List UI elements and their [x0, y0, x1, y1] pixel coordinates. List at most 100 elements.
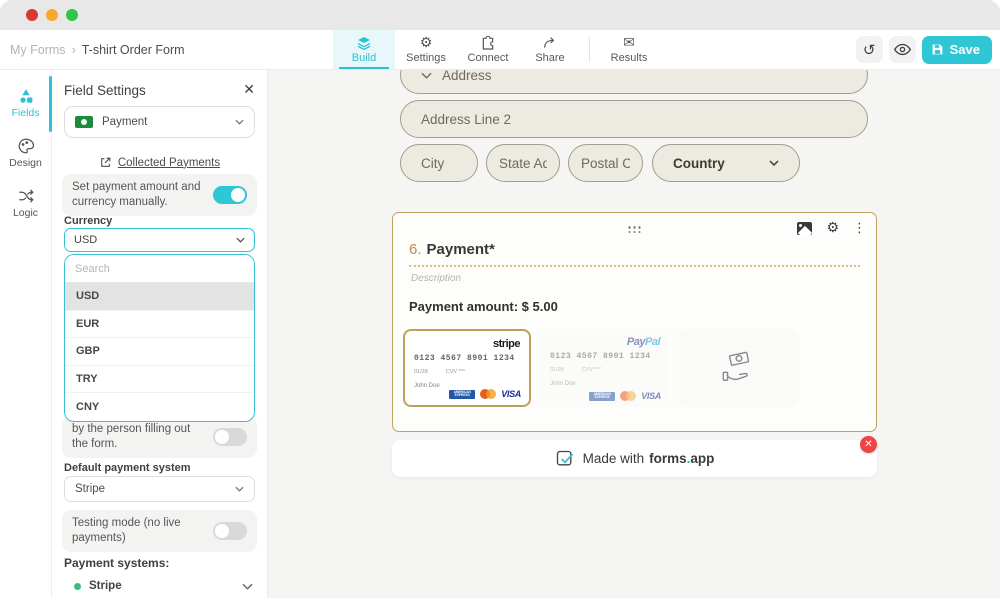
navbar-actions: ↺ Save	[856, 30, 992, 69]
currency-dropdown: USD EUR GBP TRY CNY	[64, 254, 255, 422]
title-dashed-underline	[409, 265, 860, 267]
city-input[interactable]: City	[400, 144, 478, 182]
manual-amount-toggle[interactable]	[213, 186, 247, 204]
currency-option-cny[interactable]: CNY	[65, 393, 254, 421]
status-dot-icon	[74, 583, 81, 590]
inbox-icon: ✉	[623, 35, 635, 51]
eye-icon	[894, 43, 911, 56]
state-input[interactable]: State Add	[486, 144, 560, 182]
person-decides-row: by the person filling out the form.	[62, 416, 257, 458]
currency-search-input[interactable]	[65, 255, 254, 283]
testing-mode-toggle[interactable]	[213, 522, 247, 540]
image-icon[interactable]	[797, 222, 812, 235]
puzzle-icon	[480, 35, 496, 51]
default-payment-select[interactable]: Stripe	[64, 476, 255, 502]
tab-results[interactable]: ✉ Results	[598, 30, 660, 69]
breadcrumb: My Forms › T-shirt Order Form	[10, 30, 185, 69]
payment-system-stripe-row[interactable]: Stripe	[74, 580, 253, 592]
forms-app-logo-icon	[555, 449, 575, 469]
left-rail: Fields Design Logic	[0, 70, 52, 598]
history-button[interactable]: ↺	[856, 36, 883, 63]
card-valid: 01/28	[550, 367, 564, 373]
sidebar-logic-label: Logic	[13, 207, 38, 219]
tab-connect-label: Connect	[468, 52, 509, 64]
history-icon: ↺	[863, 41, 876, 59]
preview-button[interactable]	[889, 36, 916, 63]
collected-payments-link[interactable]: Collected Payments	[52, 156, 267, 169]
palette-icon	[17, 137, 35, 155]
tab-build[interactable]: Build	[333, 30, 395, 69]
payment-systems-label: Payment systems:	[64, 556, 169, 570]
main-tabs: Build ⚙ Settings Connect Share ✉	[333, 30, 660, 69]
sidebar-item-logic[interactable]: Logic	[0, 178, 51, 228]
payment-system-stripe-label: Stripe	[89, 580, 122, 592]
chevron-down-icon	[421, 72, 432, 79]
card-number: 0123 4567 8901 1234	[550, 352, 651, 361]
top-navbar: My Forms › T-shirt Order Form Build ⚙ Se…	[0, 30, 1000, 70]
currency-select[interactable]: USD	[64, 228, 255, 252]
chevron-down-icon	[235, 119, 244, 125]
field-title-text: Payment*	[427, 241, 495, 258]
remove-badge-button[interactable]: ✕	[860, 436, 877, 453]
country-select[interactable]: Country	[652, 144, 800, 182]
card-valid: 01/28	[414, 369, 428, 375]
tab-connect[interactable]: Connect	[457, 30, 519, 69]
state-placeholder: State Add	[499, 156, 547, 171]
sidebar-item-fields[interactable]: Fields	[0, 78, 51, 128]
currency-option-gbp[interactable]: GBP	[65, 338, 254, 366]
paypal-card-option[interactable]: PayPal 0123 4567 8901 1234 01/28 CVV ***…	[541, 329, 669, 407]
chevron-down-icon	[235, 486, 244, 492]
address-line2-placeholder: Address Line 2	[421, 112, 511, 127]
banknote-icon	[75, 116, 93, 128]
app-window: My Forms › T-shirt Order Form Build ⚙ Se…	[0, 0, 1000, 598]
payment-field-block[interactable]: ⚙ ⋮ 6.Payment* Description Payment amoun…	[392, 212, 877, 432]
zoom-window-button[interactable]	[66, 9, 78, 21]
postal-code-input[interactable]: Postal Co	[568, 144, 643, 182]
panel-title: Field Settings	[64, 83, 146, 98]
currency-label: Currency	[64, 215, 112, 227]
currency-option-usd[interactable]: USD	[65, 283, 254, 311]
address-line2-input[interactable]: Address Line 2	[400, 100, 868, 138]
hand-money-icon	[718, 347, 760, 389]
currency-option-try[interactable]: TRY	[65, 366, 254, 394]
tab-results-label: Results	[611, 52, 648, 64]
close-icon[interactable]: ✕	[243, 81, 255, 98]
sidebar-item-design[interactable]: Design	[0, 128, 51, 178]
gear-icon[interactable]: ⚙	[826, 221, 839, 235]
kebab-menu-icon[interactable]: ⋮	[853, 222, 866, 235]
manual-payment-card-option[interactable]	[679, 329, 799, 407]
field-settings-panel: Field Settings ✕ Payment Collected Payme…	[52, 70, 268, 598]
minimize-window-button[interactable]	[46, 9, 58, 21]
tab-share[interactable]: Share	[519, 30, 581, 69]
paypal-logo: PayPal	[627, 336, 660, 348]
currency-option-eur[interactable]: EUR	[65, 311, 254, 339]
collected-payments-label: Collected Payments	[118, 157, 220, 169]
floppy-icon	[931, 43, 944, 56]
default-payment-label: Default payment system	[64, 462, 191, 474]
currency-value: USD	[74, 234, 97, 246]
tab-share-label: Share	[535, 52, 564, 64]
field-type-select[interactable]: Payment	[64, 106, 255, 138]
address-select[interactable]: Address	[400, 70, 868, 94]
testing-mode-row: Testing mode (no live payments)	[62, 510, 257, 552]
sidebar-fields-label: Fields	[11, 107, 39, 119]
description-placeholder[interactable]: Description	[411, 273, 461, 284]
card-cvv: CVV ***	[446, 369, 465, 375]
tabs-divider	[589, 37, 590, 62]
address-label: Address	[442, 70, 492, 83]
layers-icon	[356, 35, 372, 51]
mastercard-logo	[480, 389, 496, 399]
tab-settings[interactable]: ⚙ Settings	[395, 30, 457, 69]
made-with-badge[interactable]: Made with forms.app	[392, 440, 877, 477]
external-link-icon	[99, 156, 112, 169]
save-button[interactable]: Save	[922, 36, 992, 64]
fields-shapes-icon	[17, 87, 35, 105]
country-label: Country	[673, 156, 725, 171]
person-decides-toggle[interactable]	[213, 428, 247, 446]
mastercard-logo	[620, 391, 636, 401]
breadcrumb-my-forms[interactable]: My Forms	[10, 43, 66, 57]
sidebar-design-label: Design	[9, 157, 42, 169]
stripe-card-option[interactable]: stripe 0123 4567 8901 1234 01/28 CVV ***…	[403, 329, 531, 407]
close-window-button[interactable]	[26, 9, 38, 21]
drag-handle-icon[interactable]	[628, 226, 641, 233]
